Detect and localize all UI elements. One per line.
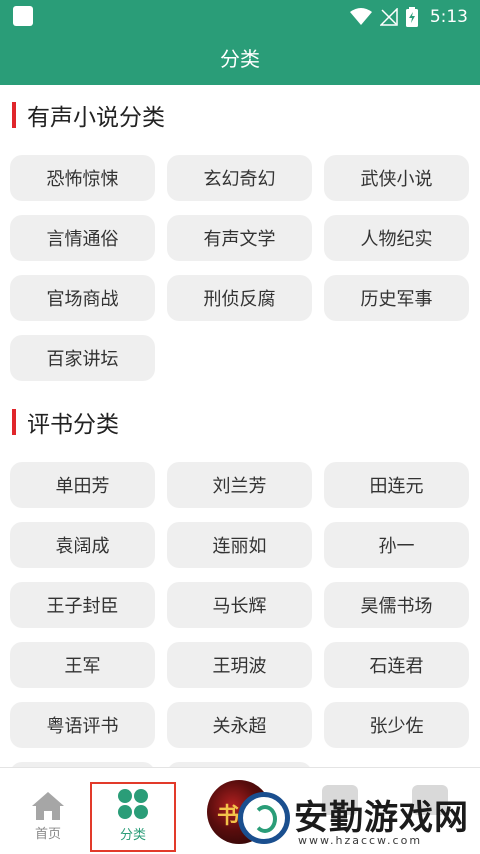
category-chip[interactable]: 刑侦反腐 [167, 275, 312, 321]
category-chip[interactable]: 武侠小说 [324, 155, 469, 201]
status-indicators: 5:13 [349, 5, 468, 29]
section-header-audio-novel: 有声小说分类 [12, 100, 165, 131]
notification-icon [13, 6, 33, 26]
category-chip[interactable]: 言情通俗 [10, 215, 155, 261]
category-chip[interactable]: 马长辉 [167, 582, 312, 628]
category-chip[interactable]: 王军 [10, 642, 155, 688]
category-chip[interactable]: 孙一 [324, 522, 469, 568]
category-chip[interactable]: 官场商战 [10, 275, 155, 321]
category-chip[interactable]: 张少佐 [324, 702, 469, 748]
category-chip[interactable]: 田连元 [324, 462, 469, 508]
section-accent-bar [12, 409, 16, 435]
category-chip[interactable]: 连丽如 [167, 522, 312, 568]
home-icon [32, 792, 64, 820]
category-chip[interactable]: 刘兰芳 [167, 462, 312, 508]
category-chip[interactable]: 石连君 [324, 642, 469, 688]
category-chip[interactable]: 有声文学 [167, 215, 312, 261]
section-title: 评书分类 [27, 412, 119, 438]
category-chip[interactable]: 恐怖惊悚 [10, 155, 155, 201]
category-chip[interactable]: 昊儒书场 [324, 582, 469, 628]
watermark-text: 安勤游戏网 [294, 798, 469, 838]
audio-novel-category-grid: 恐怖惊悚 玄幻奇幻 武侠小说 言情通俗 有声文学 人物纪实 官场商战 刑侦反腐 … [10, 155, 470, 381]
nav-home-label: 首页 [34, 827, 61, 842]
watermark: 安勤游戏网 www.hzaccw.com [232, 786, 480, 853]
category-chip[interactable]: 单田芳 [10, 462, 155, 508]
section-accent-bar [12, 102, 16, 128]
category-chip[interactable]: 粤语评书 [10, 702, 155, 748]
no-signal-icon [379, 8, 398, 26]
nav-category[interactable]: 分类 [90, 782, 176, 852]
section-title: 有声小说分类 [27, 105, 165, 131]
category-chip[interactable]: 百家讲坛 [10, 335, 155, 381]
category-content[interactable]: 有声小说分类 恐怖惊悚 玄幻奇幻 武侠小说 言情通俗 有声文学 人物纪实 官场商… [0, 85, 480, 767]
wifi-icon [349, 8, 372, 25]
category-chip[interactable]: 王子封臣 [10, 582, 155, 628]
watermark-url: www.hzaccw.com [298, 834, 423, 847]
pingshu-category-grid: 单田芳 刘兰芳 田连元 袁阔成 连丽如 孙一 王子封臣 马长辉 昊儒书场 王军 … [10, 462, 470, 767]
category-chip[interactable]: 历史军事 [324, 275, 469, 321]
watermark-logo-icon [238, 792, 290, 844]
grid-icon [118, 789, 148, 819]
nav-category-label: 分类 [119, 828, 146, 843]
section-header-pingshu: 评书分类 [12, 407, 119, 438]
status-bar: 5:13 [0, 0, 480, 34]
category-chip[interactable]: 玄幻奇幻 [167, 155, 312, 201]
status-time: 5:13 [429, 7, 468, 27]
category-chip[interactable]: 王玥波 [167, 642, 312, 688]
category-chip[interactable]: 人物纪实 [324, 215, 469, 261]
page-title: 分类 [0, 34, 480, 85]
category-chip[interactable]: 关永超 [167, 702, 312, 748]
nav-home[interactable]: 首页 [8, 768, 88, 854]
category-chip[interactable]: 袁阔成 [10, 522, 155, 568]
battery-icon [405, 7, 418, 27]
